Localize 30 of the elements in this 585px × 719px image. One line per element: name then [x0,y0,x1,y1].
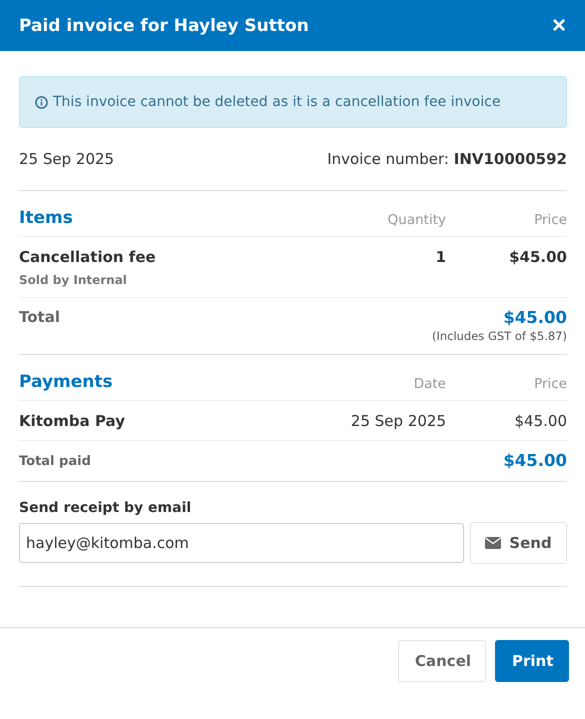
info-icon [35,96,48,108]
email-field[interactable]: hayley@kitomba.com [19,523,464,563]
column-header: Date [412,376,446,392]
column-header: Quantity [386,212,446,228]
item-quantity: 1 [434,248,446,266]
column-header: Price [533,376,567,392]
total-paid-label: Total paid [19,453,91,470]
gst-note: (Includes GST of $5.87) [432,329,567,343]
print-button[interactable]: Print [495,640,569,682]
send-button[interactable]: Send [470,522,567,564]
envelope-icon [485,537,502,549]
payment-method: Kitomba Pay [19,412,126,430]
payment-date: 25 Sep 2025 [350,412,446,430]
invoice-date: 25 Sep 2025 [19,150,114,168]
field-label: Send receipt by email [19,500,192,516]
section-title: Items [19,208,74,228]
close-button[interactable]: × [552,14,566,38]
total-amount: $45.00 [503,308,567,327]
total-label: Total [19,308,60,328]
cancel-button[interactable]: Cancel [398,640,486,682]
section-title: Payments [19,372,114,392]
alert-text: This invoice cannot be deleted as it is a cancellation fee invoice [53,94,501,110]
total-paid-amount: $45.00 [503,451,567,470]
invoice-number: Invoice number: INV10000592 [327,150,567,168]
dialog-title: Paid invoice for Hayley Sutton [19,16,309,36]
column-header: Price [533,212,567,228]
item-price: $45.00 [508,248,567,266]
sold-by-text: Sold by Internal [19,273,128,287]
item-name: Cancellation fee [19,248,157,266]
payment-amount: $45.00 [514,412,567,430]
